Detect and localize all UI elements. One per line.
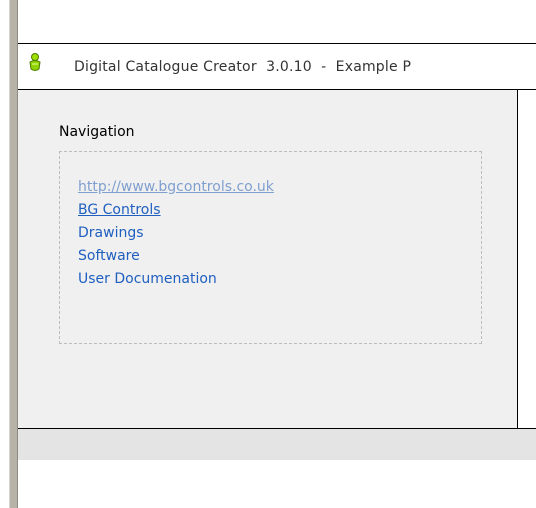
navigation-heading: Navigation: [59, 124, 135, 140]
nav-link-drawings[interactable]: Drawings: [78, 225, 144, 241]
nav-item: User Documenation: [78, 268, 274, 291]
navigation-list: http://www.bgcontrols.co.uk BG Controls …: [78, 176, 274, 291]
navigation-box: http://www.bgcontrols.co.uk BG Controls …: [59, 151, 482, 344]
content-panel: Navigation http://www.bgcontrols.co.uk B…: [18, 89, 536, 429]
window-titlebar: Digital Catalogue Creator 3.0.10 - Examp…: [18, 43, 536, 89]
right-pane: [517, 90, 536, 428]
nav-item: Software: [78, 245, 274, 268]
nav-link-user-documentation[interactable]: User Documenation: [78, 271, 217, 287]
nav-link-software[interactable]: Software: [78, 248, 140, 264]
window-edge: [9, 0, 18, 508]
nav-link-website[interactable]: http://www.bgcontrols.co.uk: [78, 179, 274, 195]
nav-item: Drawings: [78, 222, 274, 245]
nav-item: http://www.bgcontrols.co.uk: [78, 176, 274, 199]
nav-item: BG Controls: [78, 199, 274, 222]
status-bar: [18, 429, 536, 460]
app-logo-icon: [28, 53, 42, 73]
screen: Digital Catalogue Creator 3.0.10 - Examp…: [0, 0, 536, 508]
nav-link-bg-controls[interactable]: BG Controls: [78, 202, 161, 218]
window-title: Digital Catalogue Creator 3.0.10 - Examp…: [74, 59, 412, 75]
